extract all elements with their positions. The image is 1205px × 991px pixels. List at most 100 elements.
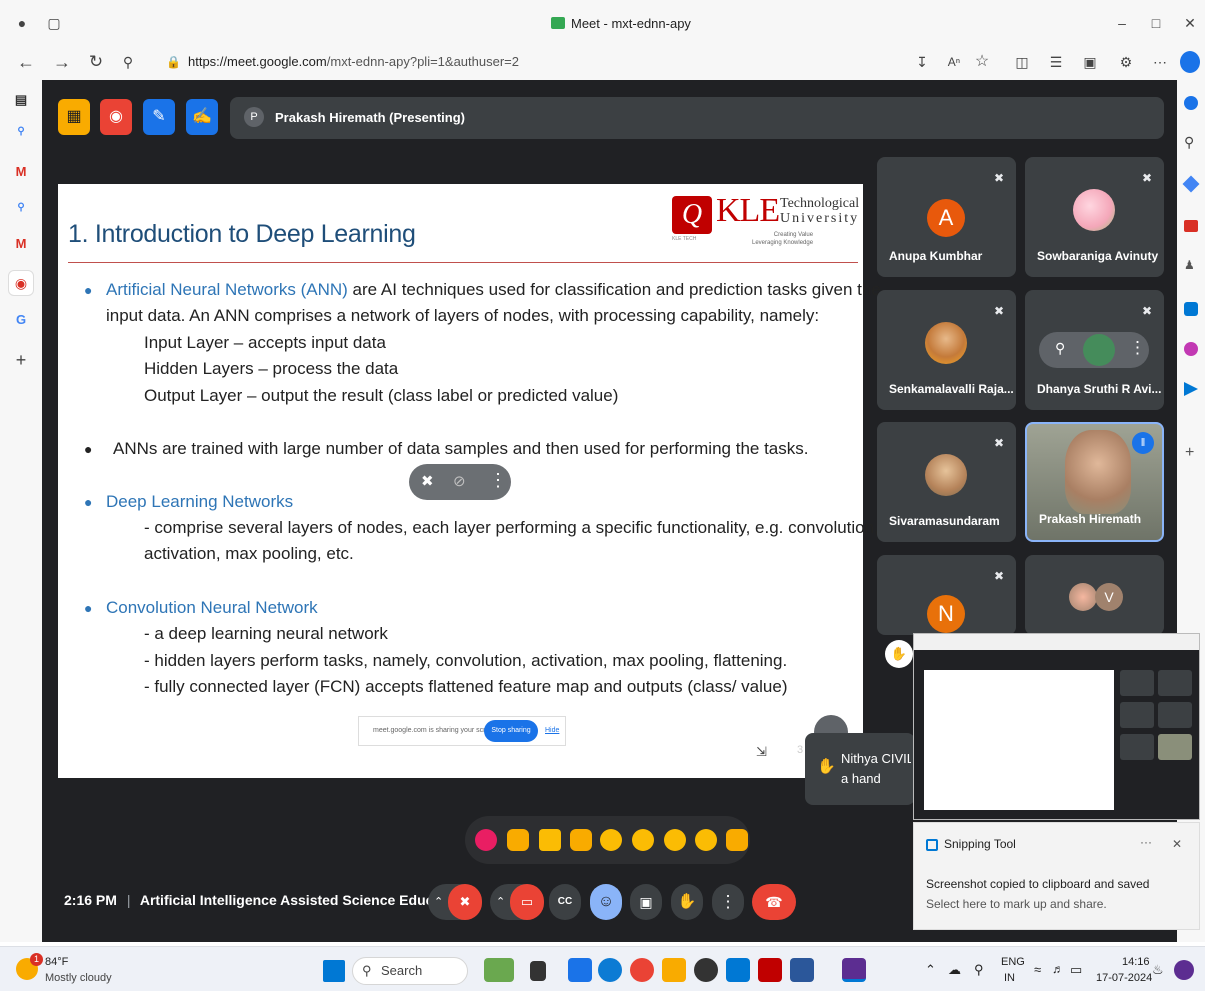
- surprised-face-icon[interactable]: [632, 829, 654, 851]
- search-icon[interactable]: ⚲: [118, 53, 138, 71]
- url-field[interactable]: 🔒 https://meet.google.com/mxt-ednn-apy?p…: [160, 49, 900, 75]
- toast-close-icon[interactable]: ✕: [1172, 837, 1182, 851]
- wifi-icon[interactable]: ≈: [1034, 962, 1041, 977]
- more-menu-icon[interactable]: ⋯: [1150, 53, 1170, 71]
- audio-app-icon[interactable]: [842, 958, 866, 982]
- crying-face-icon[interactable]: [664, 829, 686, 851]
- tools-side-icon[interactable]: [1184, 220, 1198, 232]
- participant-tile[interactable]: ✖ Sowbaraniga Avinuty: [1025, 157, 1164, 277]
- participant-tile[interactable]: ✖ Senkamalavalli Raja...: [877, 290, 1016, 410]
- language-region[interactable]: IN: [1004, 972, 1015, 984]
- back-icon[interactable]: ←: [16, 53, 36, 71]
- pin-off-icon[interactable]: ✖: [421, 472, 434, 490]
- slide-nav-icon[interactable]: ▦: [58, 99, 90, 135]
- camera-options-button[interactable]: ⌃ ▭: [490, 884, 544, 920]
- raise-hand-button[interactable]: ✋: [671, 884, 703, 920]
- party-popper-icon[interactable]: [539, 829, 561, 851]
- minimize-icon[interactable]: –: [1112, 14, 1132, 32]
- participant-tile-active-speaker[interactable]: ‖ Prakash Hiremath: [1025, 422, 1164, 542]
- recording-tab-icon[interactable]: ◉: [8, 270, 34, 296]
- battery-icon[interactable]: ▭: [1070, 962, 1082, 978]
- clapping-hands-icon[interactable]: [570, 829, 592, 851]
- download-icon[interactable]: ↧: [912, 53, 932, 71]
- add-side-icon[interactable]: +: [1185, 444, 1194, 462]
- emoji-button[interactable]: ☺: [590, 884, 622, 920]
- shopping-side-icon[interactable]: [1182, 175, 1200, 193]
- lock-icon[interactable]: 🔒: [166, 49, 181, 75]
- collections-icon[interactable]: ▣: [1080, 53, 1100, 71]
- app-icon[interactable]: [568, 958, 592, 982]
- refresh-icon[interactable]: ↻: [86, 53, 106, 71]
- copilot-side-icon[interactable]: [1184, 96, 1198, 110]
- toast-more-icon[interactable]: ···: [1140, 835, 1152, 849]
- annotate-icon[interactable]: ✍: [186, 99, 218, 135]
- volume-icon[interactable]: ♬: [1052, 962, 1064, 976]
- thumbs-down-icon[interactable]: [726, 829, 748, 851]
- search-tab-2-icon[interactable]: ⚲: [10, 202, 32, 213]
- snipping-preview-thumbnail[interactable]: [913, 633, 1200, 820]
- mic-tray-icon[interactable]: ⚲: [974, 962, 984, 978]
- game-icon[interactable]: [758, 958, 782, 982]
- sparkling-heart-icon[interactable]: [475, 829, 497, 851]
- mute-button[interactable]: [1083, 334, 1115, 366]
- search-tab-icon[interactable]: ⚲: [10, 126, 32, 137]
- present-button[interactable]: ▣: [630, 884, 662, 920]
- games-side-icon[interactable]: ♟: [1184, 258, 1195, 272]
- edge-icon[interactable]: [598, 958, 622, 982]
- dell-icon[interactable]: [694, 958, 718, 982]
- record-icon[interactable]: ◉: [100, 99, 132, 135]
- tab-actions-menu-icon[interactable]: ▤: [10, 92, 32, 108]
- widgets-icon[interactable]: [484, 958, 514, 982]
- mic-options-button[interactable]: ⌃ ✖: [428, 884, 482, 920]
- notification-bell-icon[interactable]: ♨: [1152, 962, 1164, 978]
- participant-tile[interactable]: ✖ A Anupa Kumbhar: [877, 157, 1016, 277]
- send-side-icon[interactable]: [1184, 382, 1198, 396]
- weather-temp[interactable]: 84°F: [45, 956, 68, 968]
- copilot-taskbar-icon[interactable]: [1174, 960, 1194, 980]
- laughing-face-icon[interactable]: [600, 829, 622, 851]
- thumbs-up-icon[interactable]: [507, 829, 529, 851]
- participant-tile[interactable]: ✖ N: [877, 555, 1016, 635]
- google-tab-icon[interactable]: G: [10, 312, 32, 327]
- participant-tile[interactable]: ✖ Sivaramasundaram: [877, 422, 1016, 542]
- snipping-tool-toast[interactable]: Snipping Tool ··· ✕ Screenshot copied to…: [913, 822, 1200, 930]
- restore-icon[interactable]: □: [1146, 14, 1166, 32]
- outlook-side-icon[interactable]: [1184, 302, 1198, 316]
- participant-tile[interactable]: V: [1025, 555, 1164, 635]
- tile-more-icon[interactable]: ⋮: [1129, 338, 1146, 358]
- clock-time[interactable]: 14:16: [1122, 956, 1150, 968]
- weather-description[interactable]: Mostly cloudy: [45, 972, 112, 984]
- more-options-button[interactable]: ⋮: [712, 884, 744, 920]
- store-icon[interactable]: [726, 958, 750, 982]
- language-code[interactable]: ENG: [1001, 956, 1025, 968]
- designer-side-icon[interactable]: [1184, 342, 1198, 356]
- tab-actions-icon[interactable]: ▢: [44, 14, 64, 32]
- leave-call-button[interactable]: ☎: [752, 884, 796, 920]
- raised-hand-notification[interactable]: ✋ Nithya CIVIL a hand: [805, 733, 915, 805]
- tab-title[interactable]: Meet - mxt-ednn-apy: [571, 16, 691, 31]
- tray-chevron-icon[interactable]: ⌃: [925, 962, 936, 978]
- copilot-icon[interactable]: [1180, 51, 1200, 73]
- taskbar-search[interactable]: ⚲ Search: [352, 957, 468, 985]
- mute-off-icon[interactable]: ⊘: [453, 472, 466, 490]
- clock-date[interactable]: 17-07-2024: [1096, 972, 1152, 984]
- profile-icon[interactable]: ●: [12, 14, 32, 32]
- mic-off-button-icon[interactable]: ✖: [448, 884, 482, 920]
- task-view-icon[interactable]: [530, 961, 546, 981]
- pin-icon[interactable]: ⚲: [1055, 340, 1065, 357]
- extensions-icon[interactable]: ⚙: [1116, 53, 1136, 71]
- camera-off-button-icon[interactable]: ▭: [510, 884, 544, 920]
- docs-icon[interactable]: ✎: [143, 99, 175, 135]
- favorite-star-icon[interactable]: ☆: [972, 53, 992, 71]
- gmail-tab-icon[interactable]: M: [10, 164, 32, 179]
- gmail-tab-2-icon[interactable]: M: [10, 236, 32, 251]
- chrome-icon[interactable]: [630, 958, 654, 982]
- split-screen-icon[interactable]: ◫: [1012, 53, 1032, 71]
- search-side-icon[interactable]: ⚲: [1184, 134, 1194, 151]
- start-button-icon[interactable]: [323, 960, 345, 982]
- cloud-icon[interactable]: ☁: [948, 962, 961, 978]
- participant-tile[interactable]: ✖ ⚲ ⋮ Dhanya Sruthi R Avi...: [1025, 290, 1164, 410]
- hide-link[interactable]: Hide: [545, 727, 559, 734]
- stop-sharing-button[interactable]: Stop sharing: [484, 720, 538, 742]
- forward-icon[interactable]: →: [52, 53, 72, 71]
